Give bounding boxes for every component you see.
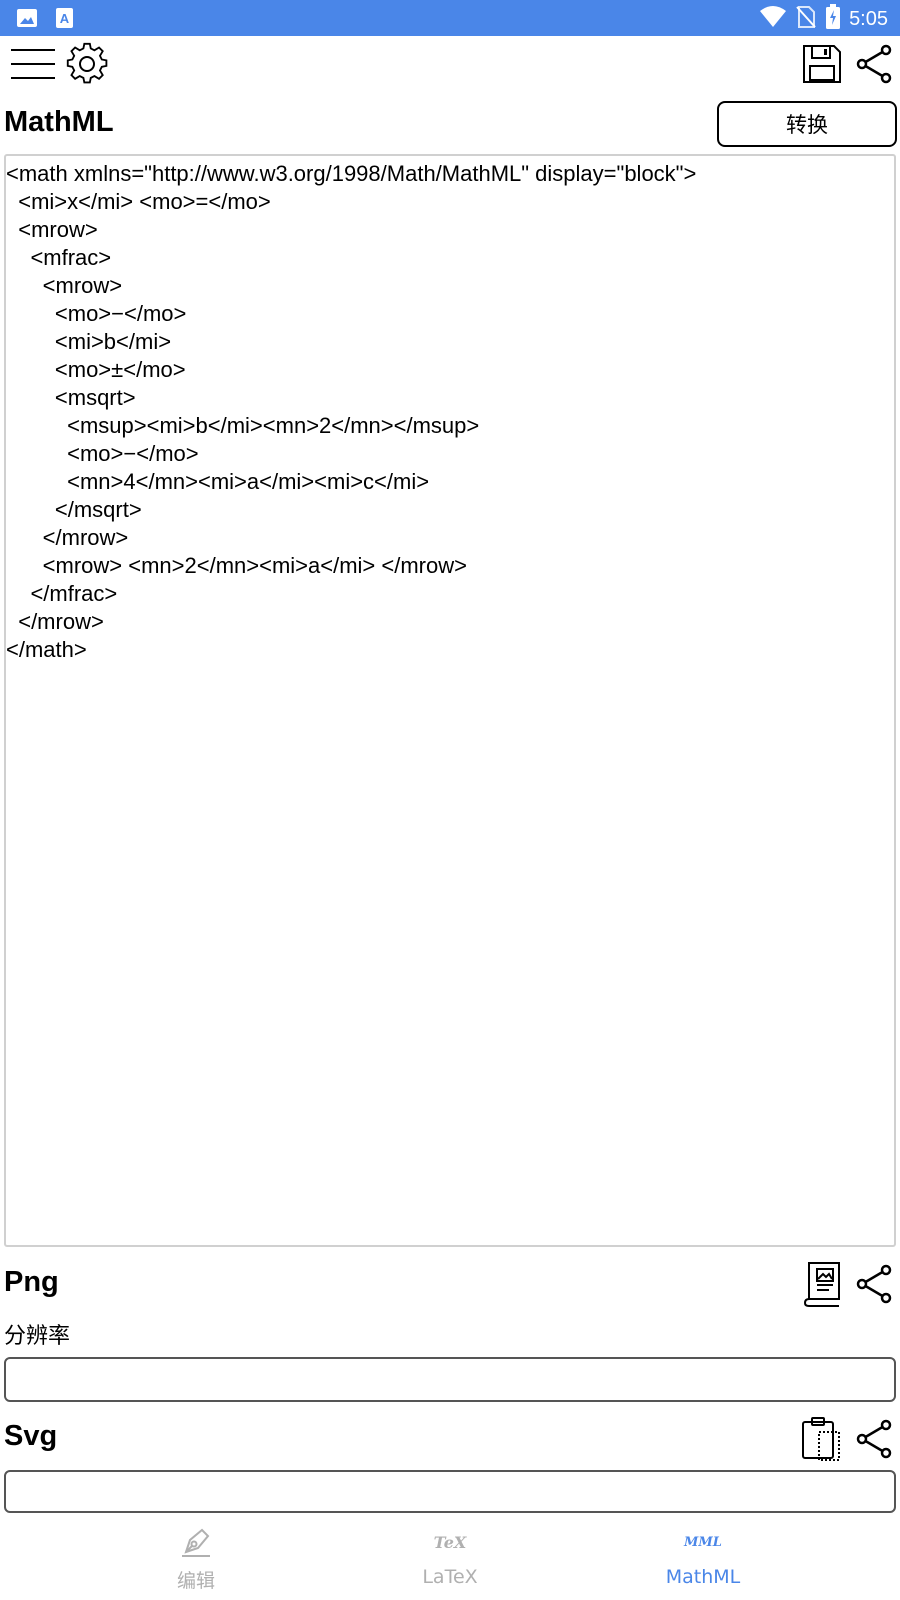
translate-notification-icon: A <box>54 7 76 34</box>
no-sim-icon <box>795 5 817 34</box>
bottom-nav: 编辑 TeX LaTeX MML MathML <box>0 1514 900 1600</box>
wifi-icon <box>759 5 787 34</box>
save-image-icon[interactable] <box>800 1261 844 1307</box>
svg-section-title: Svg <box>4 1420 58 1452</box>
mml-icon: MML <box>684 1534 722 1550</box>
code-line: <mi>b</mi> <box>6 329 172 354</box>
code-line: <msqrt> <box>6 385 136 410</box>
code-line: <math xmlns="http://www.w3.org/1998/Math… <box>6 161 697 186</box>
resolution-label: 分辨率 <box>4 1324 71 1349</box>
tex-icon: TeX <box>433 1532 467 1552</box>
nav-label-edit: 编辑 <box>176 1570 215 1592</box>
nav-label-latex: LaTeX <box>422 1566 478 1588</box>
share-icon[interactable] <box>852 42 896 86</box>
code-line: <mn>4</mn><mi>a</mi><mi>c</mi> <box>6 469 430 494</box>
code-line: <mfrac> <box>6 245 112 270</box>
code-line: <mrow> <box>6 273 123 298</box>
code-line: <mrow> <mn>2</mn><mi>a</mi> </mrow> <box>6 553 467 578</box>
nav-tab-mathml[interactable]: MML MathML <box>553 1514 853 1600</box>
resolution-input[interactable] <box>4 1357 896 1402</box>
code-line: <msup><mi>b</mi><mn>2</mn></msup> <box>6 413 480 438</box>
status-bar: A 5:05 <box>0 0 900 36</box>
convert-button[interactable]: 转换 <box>717 101 897 147</box>
share-svg-icon[interactable] <box>852 1417 896 1461</box>
image-notification-icon <box>16 7 38 34</box>
code-line: <mi>x</mi> <mo>=</mo> <box>6 189 271 214</box>
code-line: <mo>−</mo> <box>6 441 199 466</box>
status-time: 5:05 <box>849 8 888 30</box>
battery-charging-icon <box>825 4 841 35</box>
svg-output-field[interactable] <box>4 1470 896 1513</box>
save-icon[interactable] <box>800 42 844 86</box>
code-line: <mo>−</mo> <box>6 301 187 326</box>
code-line: <mo>±</mo> <box>6 357 186 382</box>
app-bar <box>0 36 900 92</box>
clipboard-icon[interactable] <box>800 1416 844 1462</box>
code-line: </mrow> <box>6 525 129 550</box>
menu-icon[interactable] <box>8 42 58 86</box>
code-line: <mrow> <box>6 217 98 242</box>
mathml-section-title: MathML <box>4 106 114 138</box>
gear-icon[interactable] <box>64 41 110 87</box>
svg-text:A: A <box>60 11 70 26</box>
code-line: </msqrt> <box>6 497 142 522</box>
pen-icon <box>178 1522 214 1562</box>
code-line: </mrow> <box>6 609 104 634</box>
mathml-code-editor[interactable]: <math xmlns="http://www.w3.org/1998/Math… <box>4 154 896 1247</box>
png-section-title: Png <box>4 1266 59 1298</box>
nav-label-mathml: MathML <box>665 1566 741 1588</box>
share-png-icon[interactable] <box>852 1262 896 1306</box>
code-line: </math> <box>6 637 87 662</box>
code-line: </mfrac> <box>6 581 118 606</box>
